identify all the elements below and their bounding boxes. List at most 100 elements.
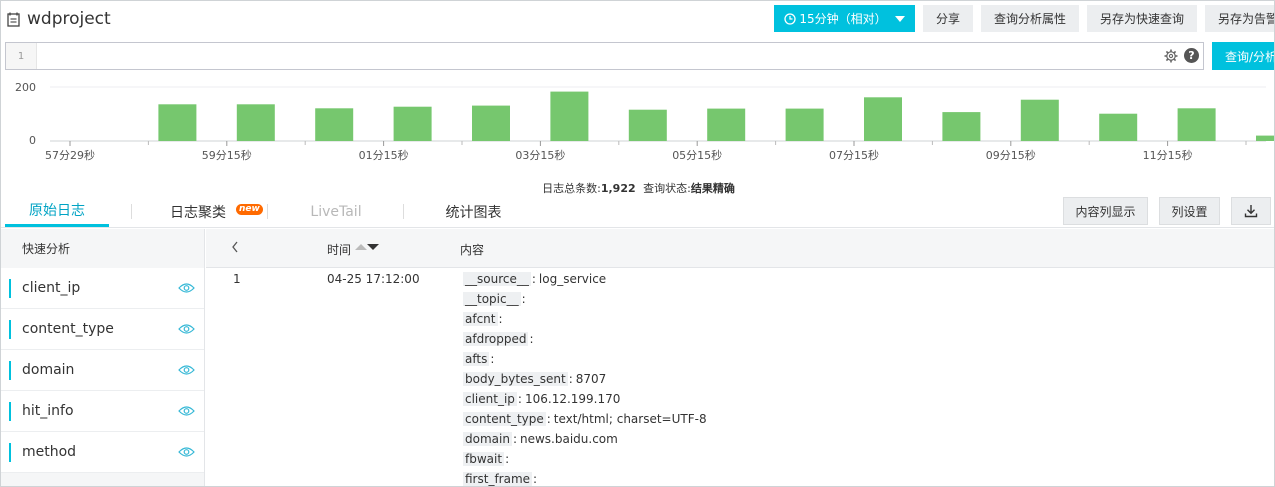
- y-tick-label: 0: [29, 134, 36, 147]
- query-analysis-properties-button[interactable]: 查询分析属性: [981, 5, 1079, 32]
- sidebar-field-content-type[interactable]: content_type: [1, 309, 204, 350]
- key-value-separator: :: [512, 432, 517, 446]
- caret-down-icon: [894, 15, 905, 22]
- search-analyze-button[interactable]: 查询/分析: [1212, 42, 1274, 70]
- eye-icon[interactable]: [178, 323, 195, 335]
- eye-icon[interactable]: [178, 405, 195, 417]
- query-status-label: 查询状态:: [643, 182, 691, 195]
- tab-log-clustering[interactable]: 日志聚类: [151, 196, 246, 227]
- key-value-separator: :: [517, 392, 522, 406]
- x-tick-label: 59分15秒: [202, 148, 252, 162]
- log-field: __topic__:: [463, 290, 529, 308]
- log-field-key[interactable]: afcnt: [463, 312, 498, 326]
- column-settings-button[interactable]: 列设置: [1159, 197, 1220, 225]
- log-field-key[interactable]: __source__: [463, 272, 531, 286]
- histogram-bar[interactable]: [393, 106, 432, 141]
- histogram-bar[interactable]: [864, 97, 902, 141]
- download-button[interactable]: [1231, 197, 1271, 225]
- log-field: __source__: log_service: [463, 270, 606, 288]
- log-field-key[interactable]: domain: [463, 432, 512, 446]
- histogram-bar[interactable]: [472, 105, 510, 141]
- histogram-bar[interactable]: [1177, 108, 1216, 141]
- histogram-bar[interactable]: [315, 108, 354, 141]
- histogram-bar[interactable]: [1099, 113, 1138, 141]
- row-index: 1: [233, 272, 241, 286]
- log-field-key[interactable]: fbwait: [463, 452, 505, 466]
- x-tick-label: 09分15秒: [986, 148, 1036, 162]
- sidebar-field-client-ip[interactable]: client_ip: [1, 268, 204, 309]
- histogram-bar[interactable]: [1020, 99, 1059, 141]
- x-tick-label: 57分29秒: [45, 148, 95, 162]
- eye-icon[interactable]: [178, 446, 195, 458]
- total-count-label: 日志总条数:: [542, 182, 601, 195]
- line-number-gutter: 1: [6, 43, 37, 69]
- log-field-key[interactable]: content_type: [463, 412, 546, 426]
- gear-icon[interactable]: [1164, 49, 1178, 63]
- save-as-saved-search-button[interactable]: 另存为快速查询: [1087, 5, 1197, 32]
- quick-analysis-title: 快速分析: [22, 242, 71, 256]
- x-tick-label: 03分15秒: [515, 148, 565, 162]
- row-time: 04-25 17:12:00: [327, 272, 420, 286]
- log-field-key[interactable]: body_bytes_sent: [463, 372, 568, 386]
- total-count-value: 1,922: [600, 182, 636, 195]
- histogram-bar[interactable]: [785, 108, 824, 141]
- log-field-value[interactable]: log_service: [539, 272, 606, 286]
- key-value-separator: :: [490, 352, 495, 366]
- log-field: fbwait:: [463, 450, 512, 468]
- time-column-header[interactable]: 时间: [327, 241, 351, 258]
- log-field-value[interactable]: text/html; charset=UTF-8: [554, 412, 707, 426]
- sidebar-field-label: domain: [22, 362, 75, 378]
- sidebar-field-label: hit_info: [22, 403, 74, 419]
- content-column-display-button[interactable]: 内容列显示: [1063, 197, 1148, 225]
- log-field: domain: news.baidu.com: [463, 430, 618, 448]
- log-field-value[interactable]: 8707: [576, 372, 607, 386]
- log-field: client_ip:106.12.199.170: [463, 390, 620, 408]
- histogram-bar[interactable]: [942, 112, 981, 141]
- log-field-key[interactable]: afts: [463, 352, 490, 366]
- key-value-separator: :: [505, 452, 510, 466]
- new-badge: new: [236, 204, 263, 215]
- histogram-bar[interactable]: [628, 109, 667, 141]
- eye-icon[interactable]: [178, 364, 195, 376]
- time-range-button[interactable]: 15分钟（相对）: [774, 5, 915, 32]
- tab-livetail[interactable]: LiveTail: [291, 196, 381, 227]
- sort-icon[interactable]: [354, 242, 380, 252]
- histogram-bar[interactable]: [236, 104, 275, 141]
- x-tick-label: 07分15秒: [829, 148, 879, 162]
- tab-statistics-chart[interactable]: 统计图表: [426, 196, 521, 227]
- sidebar-field-hit-info[interactable]: hit_info: [1, 391, 204, 432]
- y-tick-label: 200: [15, 81, 36, 94]
- histogram-bar[interactable]: [707, 108, 746, 141]
- log-field-value[interactable]: 106.12.199.170: [525, 392, 620, 406]
- logstore-icon: [7, 12, 20, 27]
- sidebar-field-method[interactable]: method: [1, 432, 204, 473]
- log-field-key[interactable]: afdropped: [463, 332, 529, 346]
- time-range-label: 15分钟（相对）: [799, 12, 887, 26]
- log-field-value[interactable]: news.baidu.com: [520, 432, 618, 446]
- x-tick-label: 05分15秒: [672, 148, 722, 162]
- histogram-bar[interactable]: [1256, 135, 1275, 141]
- log-field: body_bytes_sent:8707: [463, 370, 606, 388]
- histogram-bar[interactable]: [550, 91, 589, 141]
- key-value-separator: :: [521, 292, 526, 306]
- tab-divider: [131, 204, 132, 219]
- eye-icon[interactable]: [178, 282, 195, 294]
- histogram-bar[interactable]: [158, 104, 197, 141]
- save-as-alert-button[interactable]: 另存为告警: [1205, 5, 1274, 32]
- log-field: afts:: [463, 350, 497, 368]
- log-field-key[interactable]: client_ip: [463, 392, 517, 406]
- key-value-separator: :: [531, 272, 536, 286]
- chevron-left-icon[interactable]: [230, 240, 240, 254]
- share-button[interactable]: 分享: [923, 5, 973, 32]
- log-service-window: wdproject 15分钟（相对） 分享 查询分析属性 另存为快速查询 另存为…: [0, 0, 1275, 487]
- query-input[interactable]: 1 ?: [5, 42, 1204, 70]
- log-field-key[interactable]: __topic__: [463, 292, 521, 306]
- query-status-value: 结果精确: [690, 182, 735, 195]
- content-column-header: 内容: [460, 243, 485, 257]
- log-histogram: 200 0 57分29秒 59分15秒 01分15秒 03分15秒 05分15秒 07分1…: [1, 73, 1275, 173]
- help-icon[interactable]: ?: [1184, 48, 1199, 63]
- sidebar-field-domain[interactable]: domain: [1, 350, 204, 391]
- sidebar-field-label: method: [22, 444, 77, 460]
- log-field-key[interactable]: first_frame: [463, 472, 533, 486]
- tab-raw-logs[interactable]: 原始日志: [5, 196, 109, 227]
